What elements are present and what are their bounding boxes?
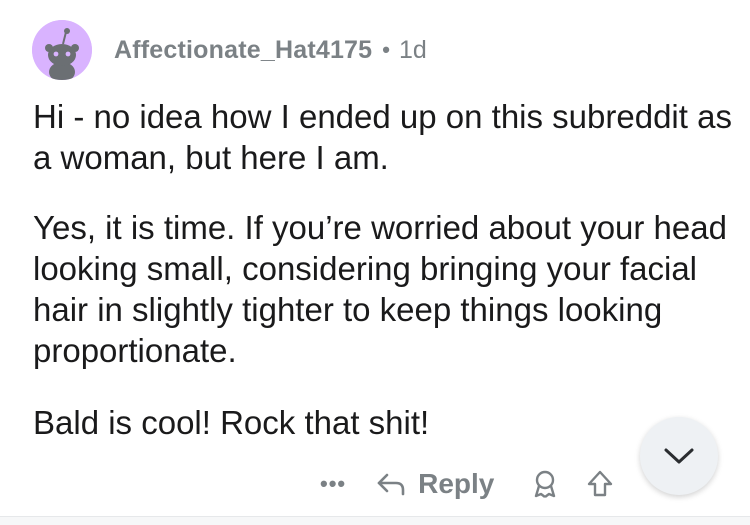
reply-label: Reply [418,468,495,499]
meta-separator: • [382,37,390,62]
scroll-down-button[interactable] [640,417,718,495]
more-options-button[interactable]: ••• [320,473,346,495]
username-link[interactable]: Affectionate_Hat4175 [114,36,372,65]
award-icon[interactable] [530,469,560,499]
divider [0,516,750,525]
comment-header: Affectionate_Hat4175 • 1d [32,20,427,80]
comment-paragraph: Hi - no idea how I ended up on this subr… [33,98,732,176]
comment-paragraph: Bald is cool! Rock that shit! [33,404,430,441]
comment-paragraph: Yes, it is time. If you’re worried about… [33,209,727,369]
upvote-arrow-icon[interactable] [586,469,614,499]
reply-button[interactable]: Reply [376,468,494,500]
comment: Affectionate_Hat4175 • 1d Hi - no idea h… [0,0,750,525]
snoo-avatar-icon [32,20,92,80]
avatar[interactable] [32,20,92,80]
comment-body: Hi - no idea how I ended up on this subr… [33,96,733,443]
reply-arrow-icon [377,473,405,496]
comment-actions: ••• Reply [320,462,688,506]
comment-age: 1d [398,35,427,64]
chevron-down-icon [664,448,694,464]
